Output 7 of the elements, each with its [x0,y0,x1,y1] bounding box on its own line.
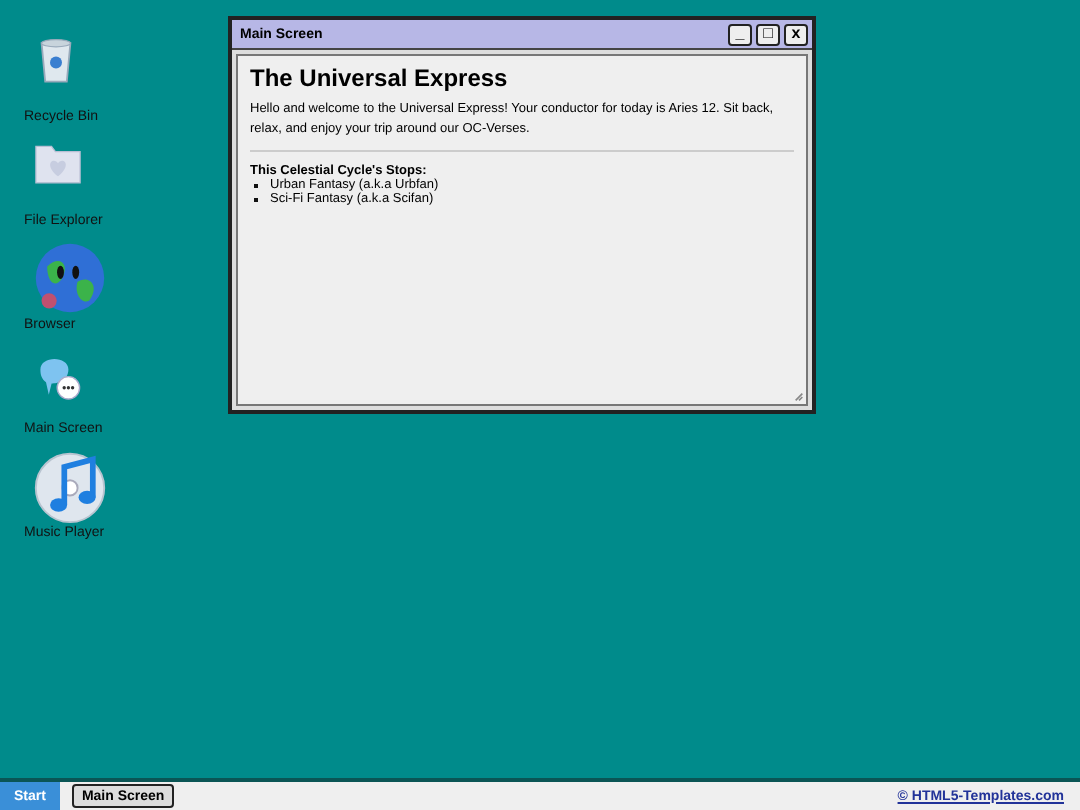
window-control-button[interactable]: x [784,23,808,45]
window-control-button[interactable]: □ [756,23,780,45]
window-control-button[interactable]: _ [728,23,752,45]
music-disc-icon[interactable] [32,448,108,524]
heading: The Universal Express [250,64,510,92]
globe-icon[interactable] [32,240,108,316]
resize-grip-icon[interactable] [794,392,804,402]
